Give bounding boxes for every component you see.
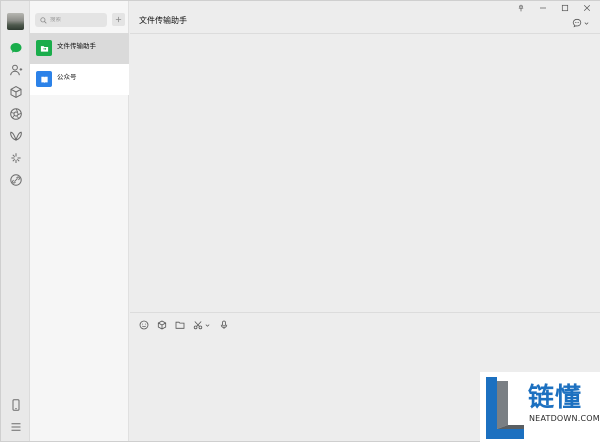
emoji-button[interactable] bbox=[138, 319, 150, 331]
screenshot-button[interactable] bbox=[192, 319, 204, 331]
input-divider bbox=[130, 312, 600, 313]
link-icon[interactable] bbox=[7, 171, 24, 188]
butterfly-icon[interactable] bbox=[7, 127, 24, 144]
minimize-button[interactable] bbox=[537, 3, 548, 12]
watermark: 链懂 NEATDOWN.COM bbox=[480, 372, 600, 443]
contacts-icon[interactable] bbox=[7, 61, 24, 78]
watermark-brand-cn: 链懂 bbox=[528, 383, 583, 413]
chat-avatar bbox=[36, 71, 52, 87]
avatar[interactable] bbox=[7, 13, 24, 30]
microphone-icon bbox=[220, 320, 228, 329]
list-item[interactable]: 文件传输助手 bbox=[30, 33, 129, 64]
more-button[interactable] bbox=[572, 18, 589, 28]
screenshot-options-button[interactable] bbox=[205, 319, 210, 331]
pin-icon bbox=[518, 4, 523, 11]
conversation-list: 文件传输助手 公众号 bbox=[30, 1, 129, 441]
pin-button[interactable] bbox=[515, 3, 526, 12]
chat-avatar bbox=[36, 40, 52, 56]
search-box[interactable] bbox=[35, 13, 107, 27]
maximize-icon bbox=[561, 4, 568, 11]
window-controls bbox=[515, 3, 592, 12]
bookmark-icon bbox=[40, 76, 48, 83]
page-title: 文件传输助手 bbox=[139, 16, 187, 25]
file-button[interactable] bbox=[174, 319, 186, 331]
emoji-icon bbox=[139, 320, 149, 330]
list-item[interactable]: 公众号 bbox=[30, 64, 129, 95]
close-icon bbox=[583, 4, 590, 11]
message-area bbox=[130, 34, 600, 312]
message-input[interactable] bbox=[138, 335, 478, 435]
minimize-icon bbox=[539, 7, 546, 8]
input-toolbar bbox=[138, 319, 236, 331]
menu-icon[interactable] bbox=[7, 418, 24, 435]
chevron-down-icon bbox=[205, 323, 210, 327]
add-button[interactable] bbox=[112, 13, 125, 26]
voice-button[interactable] bbox=[218, 319, 230, 331]
search-input[interactable] bbox=[50, 17, 106, 23]
chat-title: 文件传输助手 bbox=[57, 42, 96, 50]
close-button[interactable] bbox=[581, 3, 592, 12]
aperture-icon[interactable] bbox=[7, 105, 24, 122]
sticker-box-icon bbox=[157, 320, 167, 330]
chat-icon[interactable] bbox=[7, 39, 24, 56]
maximize-button[interactable] bbox=[559, 3, 570, 12]
chat-bubble-icon bbox=[572, 18, 582, 28]
sticker-button[interactable] bbox=[156, 319, 168, 331]
app-window: 文件传输助手 公众号 文件传输助手 bbox=[0, 0, 600, 443]
watermark-brand-en: NEATDOWN.COM bbox=[529, 414, 600, 423]
folder-icon bbox=[40, 45, 48, 52]
chevron-down-icon bbox=[584, 21, 589, 25]
search-icon bbox=[40, 16, 47, 24]
plus-icon bbox=[115, 16, 122, 23]
neatdown-logo bbox=[486, 377, 524, 439]
sparkle-icon[interactable] bbox=[7, 149, 24, 166]
phone-icon[interactable] bbox=[7, 396, 24, 413]
box-icon[interactable] bbox=[7, 83, 24, 100]
sidebar-rail bbox=[1, 1, 30, 441]
scissors-icon bbox=[193, 321, 203, 330]
folder-icon bbox=[175, 321, 185, 329]
chat-title: 公众号 bbox=[57, 73, 77, 81]
